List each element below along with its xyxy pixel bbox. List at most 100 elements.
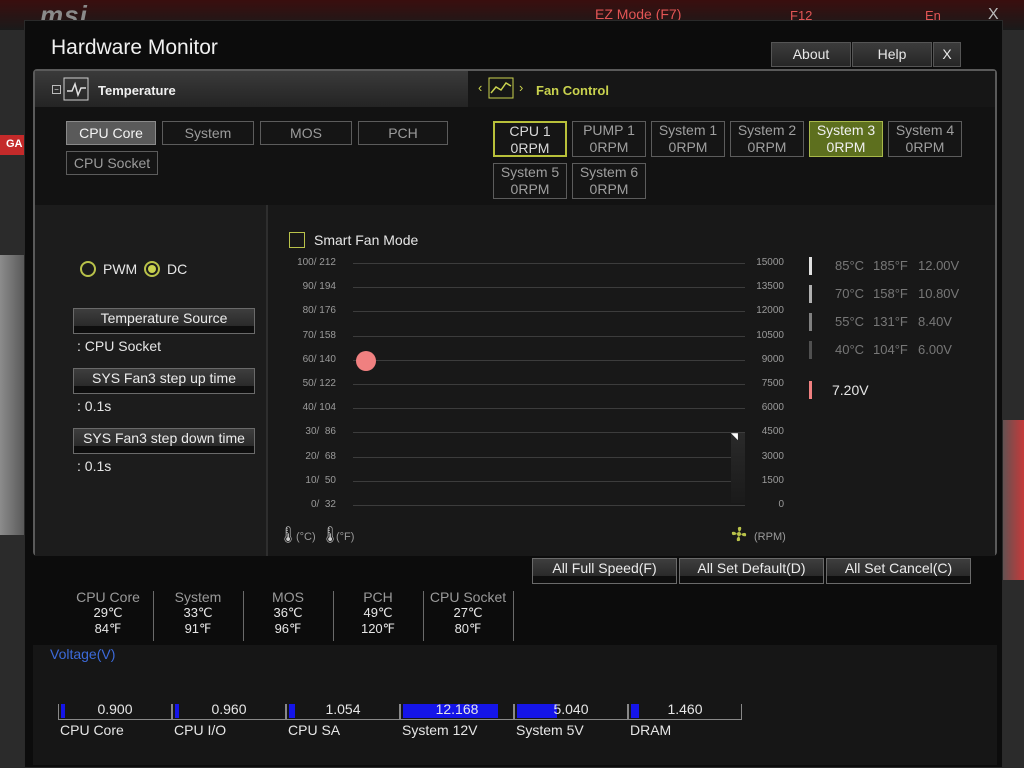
legend-bar	[809, 285, 812, 303]
step-up-time-button[interactable]: SYS Fan3 step up time	[73, 368, 255, 394]
temp-source-system[interactable]: System	[162, 121, 254, 145]
smart-fan-mode-label: Smart Fan Mode	[314, 232, 419, 248]
temp-celsius: 36℃	[273, 605, 303, 620]
fan-control-icon	[488, 77, 514, 99]
temp-source-cpu-core[interactable]: CPU Core	[66, 121, 156, 145]
y-axis-temp-label: 50/ 122	[302, 378, 336, 389]
step-down-time-button[interactable]: SYS Fan3 step down time	[73, 428, 255, 454]
temperature-source-button[interactable]: Temperature Source	[73, 308, 255, 334]
fan-rpm: 0RPM	[510, 140, 550, 156]
rpm-bar-track	[731, 433, 745, 503]
fan-system3[interactable]: System 3 0RPM	[809, 121, 883, 157]
pwm-radio[interactable]	[80, 261, 96, 277]
temperature-header-label: Temperature	[98, 83, 176, 98]
temp-fahrenheit: 84℉	[94, 621, 122, 636]
y-axis-rpm-label: 12000	[756, 305, 784, 317]
bios-side-panel-left	[0, 255, 26, 535]
y-axis-rpm-label: 3000	[761, 450, 784, 462]
temp-name: CPU Socket	[429, 589, 507, 605]
fan-name: System 6	[579, 164, 639, 180]
fan-rpm: 0RPM	[668, 139, 708, 155]
fan-rpm: 0RPM	[826, 139, 866, 155]
y-axis-temp-label: 0/ 32	[310, 499, 336, 510]
legend-bar	[809, 313, 812, 331]
y-axis-rpm-label: 15000	[756, 257, 784, 268]
temp-cpu-core: CPU Core 29℃ 84℉	[63, 589, 153, 641]
temp-source-mos[interactable]: MOS	[260, 121, 352, 145]
close-button[interactable]: X	[933, 42, 961, 67]
temp-system: System 33℃ 91℉	[153, 589, 243, 641]
step-up-time-value: : 0.1s	[77, 398, 112, 414]
fan-system1[interactable]: System 1 0RPM	[651, 121, 725, 157]
bios-side-panel-right	[1000, 420, 1024, 580]
current-voltage: 7.20V	[832, 382, 869, 398]
voltage-name: CPU I/O	[174, 722, 227, 738]
fan-system2[interactable]: System 2 0RPM	[730, 121, 804, 157]
legend-voltage: 10.80V	[918, 286, 960, 301]
y-axis-rpm-label: 9000	[761, 353, 784, 365]
legend-fahrenheit: 104°F	[873, 342, 908, 357]
chevron-left-icon[interactable]: ‹	[478, 80, 482, 95]
voltage-bar-fill	[631, 704, 639, 718]
all-set-default-button[interactable]: All Set Default(D)	[679, 558, 824, 584]
all-set-cancel-button[interactable]: All Set Cancel(C)	[826, 558, 971, 584]
temp-fahrenheit: 80℉	[454, 621, 482, 636]
monitor-panel: − Temperature ‹ › Fan Control CPU Core S…	[33, 69, 997, 556]
y-axis-rpm-label: 6000	[761, 402, 784, 414]
fan-curve-point[interactable]	[356, 351, 376, 371]
unit-rpm: (RPM)	[754, 531, 786, 543]
grid-line	[353, 432, 745, 434]
dialog-title: Hardware Monitor	[51, 36, 218, 59]
pwm-label: PWM	[103, 261, 138, 277]
temp-source-cpu-socket[interactable]: CPU Socket	[66, 151, 158, 175]
fan-cpu1[interactable]: CPU 1 0RPM	[493, 121, 567, 157]
unit-celsius: (°C)	[296, 531, 316, 543]
legend-bar	[809, 257, 812, 275]
about-button[interactable]: About	[771, 42, 851, 67]
game-boost-tab[interactable]: GA	[0, 135, 24, 155]
y-axis-temp-label: 20/ 68	[305, 450, 336, 462]
voltage-value: 1.460	[667, 701, 703, 717]
voltage-name: System 5V	[516, 722, 584, 738]
collapse-icon[interactable]: −	[52, 85, 61, 94]
fan-settings-panel: PWM DC Temperature Source : CPU Socket S…	[35, 205, 266, 556]
legend-celsius: 85°C	[835, 258, 865, 273]
temperature-graph-icon	[63, 77, 89, 101]
y-axis-temp-label: 70/ 158	[302, 329, 336, 341]
step-down-time-value: : 0.1s	[77, 458, 112, 474]
grid-line	[353, 505, 745, 506]
voltage-name: CPU Core	[60, 722, 124, 738]
fan-name: System 1	[658, 122, 718, 138]
all-full-speed-button[interactable]: All Full Speed(F)	[532, 558, 677, 584]
legend-voltage: 8.40V	[918, 314, 952, 329]
temp-celsius: 33℃	[183, 605, 213, 620]
voltage-name: CPU SA	[288, 722, 341, 738]
legend-bar	[809, 341, 812, 359]
fan-rpm: 0RPM	[747, 139, 787, 155]
fan-rpm: 0RPM	[589, 139, 629, 155]
temp-fahrenheit: 96℉	[274, 621, 302, 636]
temp-source-pch[interactable]: PCH	[358, 121, 448, 145]
voltage-bar-fill	[289, 704, 295, 718]
y-axis-rpm-label: 13500	[756, 281, 784, 293]
chevron-right-icon[interactable]: ›	[519, 80, 523, 95]
dc-radio[interactable]	[144, 261, 160, 277]
fan-system5[interactable]: System 5 0RPM	[493, 163, 567, 199]
help-button[interactable]: Help	[852, 42, 932, 67]
fan-pump1[interactable]: PUMP 1 0RPM	[572, 121, 646, 157]
y-axis-rpm-label: 7500	[761, 378, 784, 389]
smart-fan-mode-checkbox[interactable]	[289, 232, 305, 248]
fan-icon	[731, 526, 747, 542]
grid-line	[353, 335, 745, 337]
y-axis-temp-label: 10/ 50	[305, 474, 336, 486]
grid-line	[353, 384, 745, 385]
fan-name: System 5	[500, 164, 560, 180]
fan-name: System 4	[895, 122, 955, 138]
fan-name: System 3	[816, 122, 876, 138]
fan-rpm: 0RPM	[905, 139, 945, 155]
fan-system4[interactable]: System 4 0RPM	[888, 121, 962, 157]
fan-system6[interactable]: System 6 0RPM	[572, 163, 646, 199]
temp-pch: PCH 49℃ 120℉	[333, 589, 423, 641]
voltage-value: 0.900	[97, 701, 133, 717]
temperature-header: − Temperature	[35, 71, 468, 107]
